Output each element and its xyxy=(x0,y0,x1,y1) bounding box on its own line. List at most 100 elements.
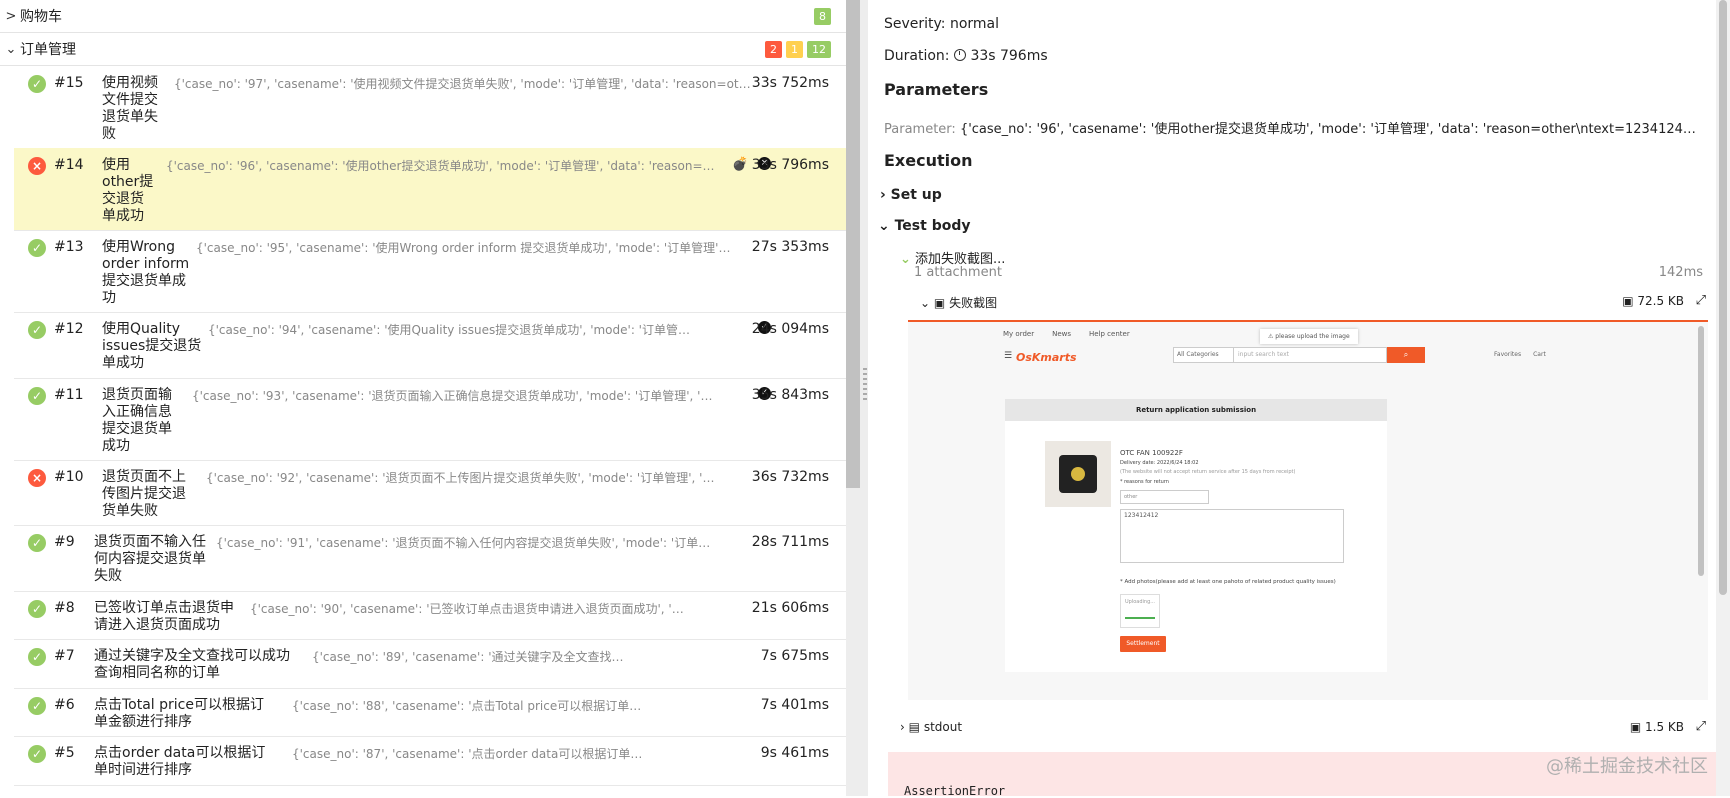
reason-label: * reasons for return xyxy=(1120,479,1169,485)
chevron-down-icon[interactable]: ⌄ xyxy=(878,218,890,234)
group-orders[interactable]: ⌄ 订单管理 2 1 12 xyxy=(0,33,846,66)
stdout-size: 1.5 KB xyxy=(1645,720,1684,734)
group-cart[interactable]: > 购物车 8 xyxy=(0,0,846,33)
test-number: #7 xyxy=(54,648,75,664)
chevron-down-icon[interactable]: ⌄ xyxy=(2,42,20,57)
test-duration: 9s 461ms xyxy=(760,745,829,761)
test-row[interactable]: ✓ #15 使用视频文件提交退货单失败 {'case_no': '97', 'case… xyxy=(14,66,846,149)
passed-icon: ✓ xyxy=(28,534,46,552)
test-params: {'case_no': '96', 'casename': '使用other提交… xyxy=(166,159,716,173)
test-params: {'case_no': '87', 'casename': '点击order d… xyxy=(292,747,644,761)
splitter-grip[interactable] xyxy=(863,368,867,402)
pane-splitter[interactable] xyxy=(846,0,868,796)
scrollbar-thumb[interactable] xyxy=(1719,0,1727,595)
attachment-size: 72.5 KB xyxy=(1637,294,1684,308)
photos-label: * Add photos(please add at least one pah… xyxy=(1120,579,1336,585)
duration-label: Duration: xyxy=(884,48,950,64)
test-row[interactable]: ✓ #5 点击order data可以根据订单时间进行排序 {'case_no': '… xyxy=(14,736,846,786)
return-panel: Return application submission OTC FAN 10… xyxy=(1005,399,1387,672)
attachment-header[interactable]: ⌄ ▣ 失败截图 xyxy=(920,294,997,311)
test-row[interactable]: × #10 退货页面不上传图片提交退货单失败 {'case_no': '92', 'c… xyxy=(14,460,846,526)
test-params: {'case_no': '92', 'casename': '退货页面不上传图片… xyxy=(206,471,722,485)
chevron-right-icon[interactable]: › xyxy=(880,187,886,203)
test-number: #5 xyxy=(54,745,75,761)
group-title: 购物车 xyxy=(20,9,62,25)
save-icon[interactable]: ▣ xyxy=(1622,294,1633,308)
test-row[interactable]: × #14 使用other提交退货单成功 {'case_no': '96', 'cas… xyxy=(14,148,846,231)
passed-icon: ✓ xyxy=(28,648,46,666)
failed-icon: × xyxy=(28,469,46,487)
upload-tooltip: ⚠ please upload the image xyxy=(1260,329,1358,344)
test-params: {'case_no': '97', 'casename': '使用视频文件提交退… xyxy=(174,77,754,91)
site-logo: OsKmarts xyxy=(1016,351,1077,364)
stdout-size-row: ▣ 1.5 KB xyxy=(1630,720,1684,734)
test-row[interactable]: ✓ #7 通过关键字及全文查找可以成功查询相同名称的订单 {'case_no': '8… xyxy=(14,639,846,689)
parameters-heading: Parameters xyxy=(884,80,989,99)
left-scrollbar-thumb[interactable] xyxy=(846,0,860,488)
expand-icon[interactable]: ⤢ xyxy=(1696,293,1706,308)
test-row[interactable]: ✓ #12 使用Quality issues提交退货单成功 {'case_no': '… xyxy=(14,312,846,379)
chevron-down-icon[interactable]: ⌄ xyxy=(900,252,911,267)
chevron-right-icon[interactable]: > xyxy=(2,9,20,24)
passed-icon: ✓ xyxy=(28,697,46,715)
chevron-down-icon[interactable]: ⌄ xyxy=(920,296,930,310)
test-duration: 27s 353ms xyxy=(751,239,829,255)
site-search-input: input search text xyxy=(1233,347,1387,363)
test-params: {'case_no': '91', 'casename': '退货页面不输入任何… xyxy=(216,536,714,550)
fan-image xyxy=(1059,455,1097,493)
count-badge: 12 xyxy=(807,41,831,58)
count-badge: 1 xyxy=(786,41,803,58)
reason-select: other xyxy=(1120,490,1209,504)
watermark: @稀土掘金技术社区 xyxy=(1546,756,1708,777)
right-scrollbar[interactable] xyxy=(1716,0,1730,796)
test-number: #10 xyxy=(54,469,84,485)
product-image xyxy=(1045,441,1111,507)
chevron-right-icon[interactable]: › xyxy=(900,720,905,734)
site-search-button: ⌕ xyxy=(1387,347,1425,363)
broken-icon: 💣 xyxy=(732,157,749,172)
test-name: 使用视频文件提交退货单失败 xyxy=(102,75,158,142)
category-select: All Categories xyxy=(1173,347,1236,363)
duration-row: Duration: 33s 796ms xyxy=(884,48,1048,64)
parameter-label: Parameter: xyxy=(884,122,956,137)
test-body-section[interactable]: ⌄ Test body xyxy=(878,218,970,234)
failure-screenshot[interactable]: My order News Help center ⚠ please uploa… xyxy=(908,320,1708,700)
test-params: {'case_no': '95', 'casename': '使用Wrong o… xyxy=(196,241,732,255)
test-duration: 33s 796ms xyxy=(751,157,829,173)
site-nav: My order News Help center xyxy=(1003,330,1130,338)
stdout-header[interactable]: › ▤ stdout xyxy=(900,720,962,734)
test-duration: 36s 732ms xyxy=(751,469,829,485)
test-name: 使用Wrong order inform提交退货单成功 xyxy=(102,239,190,306)
nav-news: News xyxy=(1052,330,1071,338)
test-row[interactable]: ✓ #8 已签收订单点击退货申请进入退货页面成功 {'case_no': '90', … xyxy=(14,591,846,640)
test-duration: 28s 711ms xyxy=(751,534,829,550)
test-row[interactable]: ✓ #9 退货页面不输入任何内容提交退货单失败 {'case_no': '91', '… xyxy=(14,525,846,592)
test-name: 使用other提交退货单成功 xyxy=(102,157,154,224)
panel-title: Return application submission xyxy=(1005,399,1387,421)
passed-icon: ✓ xyxy=(28,600,46,618)
nav-help-center: Help center xyxy=(1089,330,1130,338)
test-name: 退货页面不输入任何内容提交退货单失败 xyxy=(94,534,206,584)
stdout-name: stdout xyxy=(923,720,963,734)
test-row[interactable]: ✓ #11 退货页面输入正确信息提交退货单成功 {'case_no': '93', '… xyxy=(14,378,846,461)
test-row[interactable]: ✓ #6 点击Total price可以根据订单金额进行排序 {'case_no': … xyxy=(14,688,846,737)
expand-icon[interactable]: ⤢ xyxy=(1696,719,1706,734)
site-tools: Favorites Cart xyxy=(1494,351,1546,358)
save-icon[interactable]: ▣ xyxy=(1630,720,1641,734)
test-row[interactable]: ✓ #13 使用Wrong order inform提交退货单成功 {'case_no… xyxy=(14,230,846,313)
count-badge: 2 xyxy=(765,41,782,58)
test-params: {'case_no': '88', 'casename': '点击Total p… xyxy=(292,699,644,713)
test-name: 已签收订单点击退货申请进入退货页面成功 xyxy=(94,600,234,633)
setup-section[interactable]: › Set up xyxy=(880,187,942,203)
passed-icon: ✓ xyxy=(28,387,46,405)
test-duration: 24s 094ms xyxy=(751,321,829,337)
test-params: {'case_no': '93', 'casename': '退货页面输入正确信… xyxy=(192,389,716,403)
product-name: OTC FAN 100922F xyxy=(1120,449,1183,457)
attachment-name: 失败截图 xyxy=(949,296,998,310)
passed-icon: ✓ xyxy=(28,239,46,257)
attachment-count: 1 attachment xyxy=(914,265,1002,280)
test-tree-pane: > 购物车 8 ⌄ 订单管理 2 1 12 ✓ #15 使用视频文件提交退货单失败 {'c… xyxy=(0,0,846,796)
status-badges: 8 xyxy=(814,8,831,25)
step-duration: 142ms xyxy=(1658,265,1703,280)
test-number: #9 xyxy=(54,534,75,550)
